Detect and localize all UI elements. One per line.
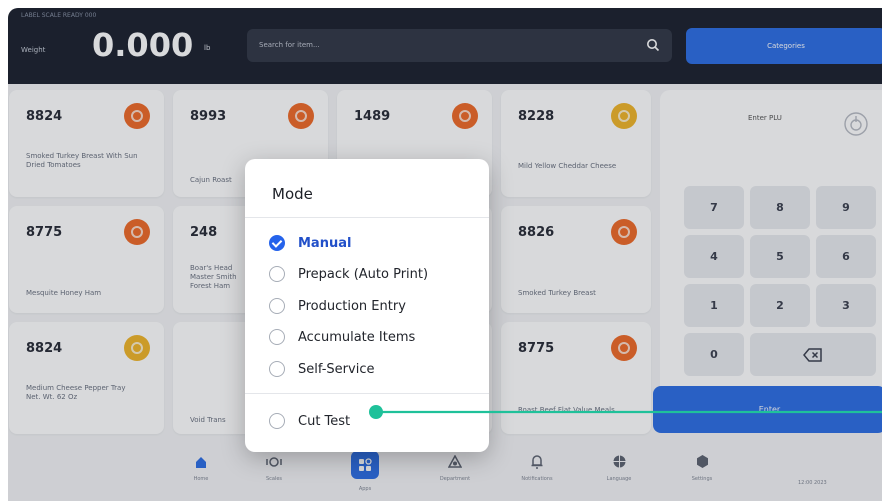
callout-pointer	[369, 405, 882, 419]
scale-app-screen: LABEL SCALE READY 000 Weight 0.000 lb Se…	[8, 8, 882, 501]
